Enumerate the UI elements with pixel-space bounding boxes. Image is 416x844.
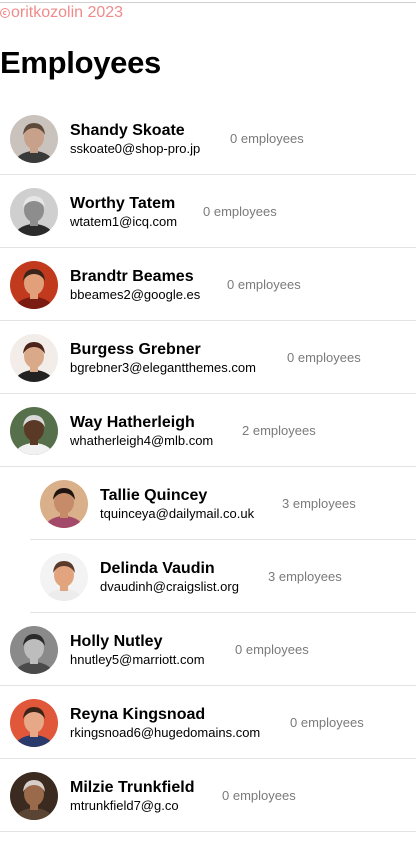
- employee-count: 0 employees: [235, 642, 309, 657]
- employee-row[interactable]: Shandy Skoate sskoate0@shop-pro.jp 0 emp…: [0, 102, 416, 175]
- employee-email: rkingsnoad6@hugedomains.com: [70, 725, 261, 740]
- avatar: [40, 480, 88, 528]
- employee-row[interactable]: Delinda Vaudin dvaudinh@craigslist.org 3…: [30, 540, 416, 613]
- avatar: [10, 699, 58, 747]
- employee-email: hnutley5@marriott.com: [70, 652, 205, 667]
- employee-count: 0 employees: [290, 715, 364, 730]
- employee-name: Tallie Quincey: [100, 487, 208, 504]
- employee-count: 0 employees: [222, 788, 296, 803]
- copyright-text: oritkozolin 2023: [11, 4, 124, 21]
- page-title: Employees: [0, 45, 161, 80]
- avatar: [10, 407, 58, 455]
- employee-count: 0 employees: [203, 204, 277, 219]
- employee-email: dvaudinh@craigslist.org: [100, 579, 239, 594]
- employee-email: tquinceya@dailymail.co.uk: [100, 506, 255, 521]
- employee-count: 0 employees: [230, 131, 304, 146]
- employee-row[interactable]: Holly Nutley hnutley5@marriott.com 0 emp…: [0, 613, 416, 686]
- employee-name: Worthy Tatem: [70, 195, 176, 212]
- avatar: [10, 334, 58, 382]
- copyright-footer: oritkozolin 2023: [0, 4, 123, 22]
- employee-name: Milzie Trunkfield: [70, 779, 195, 796]
- avatar: [10, 626, 58, 674]
- employee-row[interactable]: Reyna Kingsnoad rkingsnoad6@hugedomains.…: [0, 686, 416, 759]
- avatar: [10, 261, 58, 309]
- employee-email: bgrebner3@elegantthemes.com: [70, 360, 256, 375]
- employee-name: Holly Nutley: [70, 633, 163, 650]
- copyright-icon: [0, 8, 10, 18]
- employee-count: 2 employees: [242, 423, 316, 438]
- top-divider: [0, 2, 416, 3]
- employee-count: 3 employees: [282, 496, 356, 511]
- employee-email: whatherleigh4@mlb.com: [70, 433, 214, 448]
- employee-name: Shandy Skoate: [70, 122, 185, 139]
- avatar: [40, 553, 88, 601]
- avatar: [10, 115, 58, 163]
- employee-count: 3 employees: [268, 569, 342, 584]
- employee-row[interactable]: Worthy Tatem wtatem1@icq.com 0 employees: [0, 175, 416, 248]
- employee-count: 0 employees: [287, 350, 361, 365]
- employee-name: Burgess Grebner: [70, 341, 201, 358]
- employee-email: bbeames2@google.es: [70, 287, 201, 302]
- employee-email: wtatem1@icq.com: [70, 214, 178, 229]
- avatar: [10, 772, 58, 820]
- employee-name: Brandtr Beames: [70, 268, 194, 285]
- employee-row[interactable]: Milzie Trunkfield mtrunkfield7@g.co 0 em…: [0, 759, 416, 832]
- employee-name: Way Hatherleigh: [70, 414, 195, 431]
- employee-email: sskoate0@shop-pro.jp: [70, 141, 201, 156]
- employee-count: 0 employees: [227, 277, 301, 292]
- employee-email: mtrunkfield7@g.co: [70, 798, 179, 813]
- employee-list: Shandy Skoate sskoate0@shop-pro.jp 0 emp…: [0, 102, 416, 832]
- employee-row[interactable]: Burgess Grebner bgrebner3@elegantthemes.…: [0, 321, 416, 394]
- avatar: [10, 188, 58, 236]
- employee-name: Delinda Vaudin: [100, 560, 215, 577]
- employee-row[interactable]: Way Hatherleigh whatherleigh4@mlb.com 2 …: [0, 394, 416, 467]
- employee-row[interactable]: Tallie Quincey tquinceya@dailymail.co.uk…: [30, 467, 416, 540]
- employee-name: Reyna Kingsnoad: [70, 706, 206, 723]
- employee-row[interactable]: Brandtr Beames bbeames2@google.es 0 empl…: [0, 248, 416, 321]
